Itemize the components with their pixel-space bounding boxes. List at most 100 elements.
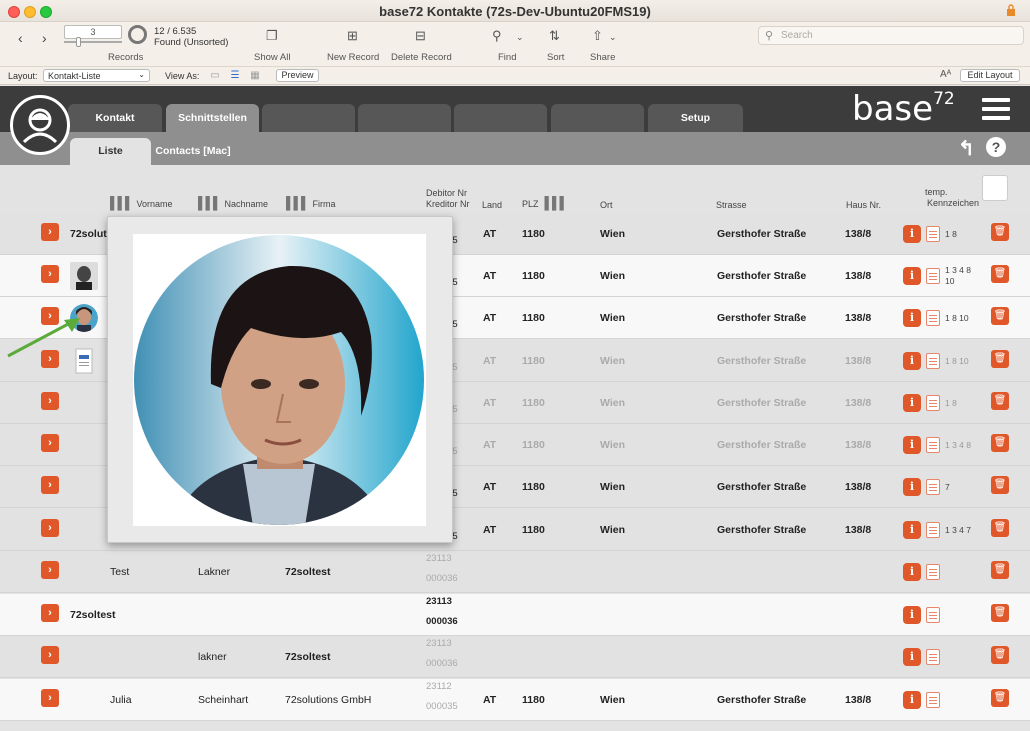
delete-row-button[interactable]: 🗑 bbox=[991, 561, 1009, 579]
tab-empty-3[interactable] bbox=[454, 104, 547, 132]
layout-select[interactable]: Kontakt-Liste ⌄ bbox=[43, 69, 150, 82]
show-all-button[interactable]: Show All bbox=[254, 52, 290, 63]
delete-row-button[interactable]: 🗑 bbox=[991, 646, 1009, 664]
info-button[interactable]: i bbox=[903, 436, 921, 454]
note-icon[interactable] bbox=[926, 564, 940, 580]
open-record-button[interactable]: › bbox=[41, 392, 59, 410]
delete-row-button[interactable]: 🗑 bbox=[991, 392, 1009, 410]
user-avatar[interactable] bbox=[10, 95, 70, 155]
delete-record-icon[interactable]: ⊟ bbox=[415, 28, 426, 44]
find-chevron-icon[interactable]: ⌄ bbox=[516, 32, 524, 43]
sort-icon[interactable]: ⇅ bbox=[549, 28, 560, 44]
note-icon[interactable] bbox=[926, 649, 940, 665]
col-plz[interactable]: PLZ ▌▌▌ bbox=[522, 196, 571, 210]
list-view-icon[interactable]: ☰ bbox=[229, 70, 241, 81]
subtab-contacts-mac[interactable]: Contacts [Mac] bbox=[154, 138, 232, 165]
contact-photo-thumbnail[interactable] bbox=[70, 262, 98, 290]
table-row[interactable]: › Julia Scheinhart 72solutions GmbH 23112 000… bbox=[0, 679, 1030, 721]
cell-ort: Wien bbox=[600, 312, 625, 324]
col-strasse: Strasse bbox=[716, 200, 747, 210]
share-button[interactable]: Share bbox=[590, 52, 615, 63]
share-chevron-icon[interactable]: ⌄ bbox=[609, 32, 617, 43]
note-icon[interactable] bbox=[926, 437, 940, 453]
open-record-button[interactable]: › bbox=[41, 223, 59, 241]
col-nachname[interactable]: ▌▌▌ Nachname bbox=[198, 196, 268, 210]
sort-button[interactable]: Sort bbox=[547, 52, 564, 63]
open-record-button[interactable]: › bbox=[41, 476, 59, 494]
note-icon[interactable] bbox=[926, 607, 940, 623]
cell-ort: Wien bbox=[600, 228, 625, 240]
hamburger-menu-icon[interactable] bbox=[982, 98, 1010, 120]
col-vorname[interactable]: ▌▌▌ Vorname bbox=[110, 196, 173, 210]
delete-row-button[interactable]: 🗑 bbox=[991, 265, 1009, 283]
tab-setup[interactable]: Setup bbox=[648, 104, 743, 132]
note-icon[interactable] bbox=[926, 522, 940, 538]
edit-layout-button[interactable]: Edit Layout bbox=[960, 69, 1020, 82]
search-input[interactable]: ⚲ Search bbox=[758, 26, 1024, 45]
cell-haus: 138/8 bbox=[845, 312, 872, 324]
note-icon[interactable] bbox=[926, 692, 940, 708]
info-button[interactable]: i bbox=[903, 394, 921, 412]
open-record-button[interactable]: › bbox=[41, 604, 59, 622]
tab-schnittstellen[interactable]: Schnittstellen bbox=[166, 104, 259, 132]
info-button[interactable]: i bbox=[903, 225, 921, 243]
tab-empty-2[interactable] bbox=[358, 104, 451, 132]
open-record-button[interactable]: › bbox=[41, 689, 59, 707]
info-button[interactable]: i bbox=[903, 691, 921, 709]
open-record-button[interactable]: › bbox=[41, 561, 59, 579]
note-icon[interactable] bbox=[926, 395, 940, 411]
info-button[interactable]: i bbox=[903, 563, 921, 581]
note-icon[interactable] bbox=[926, 226, 940, 242]
previous-record-icon[interactable]: ‹ bbox=[18, 30, 23, 46]
info-button[interactable]: i bbox=[903, 521, 921, 539]
notes-header-icon[interactable] bbox=[982, 175, 1008, 201]
new-record-button[interactable]: New Record bbox=[327, 52, 379, 63]
record-number-field[interactable]: 3 bbox=[64, 25, 122, 39]
next-record-icon[interactable]: › bbox=[42, 30, 47, 46]
open-record-button[interactable]: › bbox=[41, 519, 59, 537]
info-button[interactable]: i bbox=[903, 352, 921, 370]
note-icon[interactable] bbox=[926, 310, 940, 326]
col-firma[interactable]: ▌▌▌ Firma bbox=[286, 196, 336, 210]
info-button[interactable]: i bbox=[903, 309, 921, 327]
tab-kontakt[interactable]: Kontakt bbox=[68, 104, 162, 132]
open-record-button[interactable]: › bbox=[41, 434, 59, 452]
delete-row-button[interactable]: 🗑 bbox=[991, 689, 1009, 707]
note-icon[interactable] bbox=[926, 353, 940, 369]
delete-row-button[interactable]: 🗑 bbox=[991, 476, 1009, 494]
note-icon[interactable] bbox=[926, 268, 940, 284]
text-format-icon[interactable]: Aᴬ bbox=[940, 69, 951, 80]
table-view-icon[interactable]: ▦ bbox=[249, 70, 261, 81]
tab-empty-4[interactable] bbox=[551, 104, 644, 132]
info-button[interactable]: i bbox=[903, 267, 921, 285]
find-button[interactable]: Find bbox=[498, 52, 516, 63]
table-row[interactable]: › 72soltest 23113 000036 i 🗑 bbox=[0, 594, 1030, 636]
open-record-button[interactable]: › bbox=[41, 646, 59, 664]
tab-empty-1[interactable] bbox=[262, 104, 355, 132]
info-button[interactable]: i bbox=[903, 648, 921, 666]
note-icon[interactable] bbox=[926, 479, 940, 495]
delete-row-button[interactable]: 🗑 bbox=[991, 307, 1009, 325]
share-icon[interactable]: ⇧ bbox=[592, 28, 603, 44]
delete-record-button[interactable]: Delete Record bbox=[391, 52, 452, 63]
delete-row-button[interactable]: 🗑 bbox=[991, 223, 1009, 241]
delete-row-button[interactable]: 🗑 bbox=[991, 604, 1009, 622]
back-arrow-icon[interactable]: ↰ bbox=[958, 136, 975, 161]
cell-kennzeichen: 1 8 bbox=[945, 398, 957, 408]
info-button[interactable]: i bbox=[903, 478, 921, 496]
delete-row-button[interactable]: 🗑 bbox=[991, 519, 1009, 537]
open-record-button[interactable]: › bbox=[41, 265, 59, 283]
subtab-liste[interactable]: Liste bbox=[70, 138, 151, 165]
form-view-icon[interactable]: ▭ bbox=[209, 70, 221, 81]
delete-row-button[interactable]: 🗑 bbox=[991, 350, 1009, 368]
delete-row-button[interactable]: 🗑 bbox=[991, 434, 1009, 452]
record-slider[interactable] bbox=[64, 37, 122, 47]
new-record-icon[interactable]: ⊞ bbox=[347, 28, 358, 44]
preview-button[interactable]: Preview bbox=[276, 69, 319, 82]
table-row[interactable]: › lakner 72soltest 23113 000036 i 🗑 bbox=[0, 636, 1030, 678]
help-icon[interactable]: ? bbox=[986, 137, 1006, 157]
info-button[interactable]: i bbox=[903, 606, 921, 624]
find-icon[interactable]: ⚲ bbox=[492, 28, 502, 44]
table-row[interactable]: › Test Lakner 72soltest 23113 000036 i 🗑 bbox=[0, 551, 1030, 593]
show-all-icon[interactable]: ❐ bbox=[266, 28, 278, 44]
